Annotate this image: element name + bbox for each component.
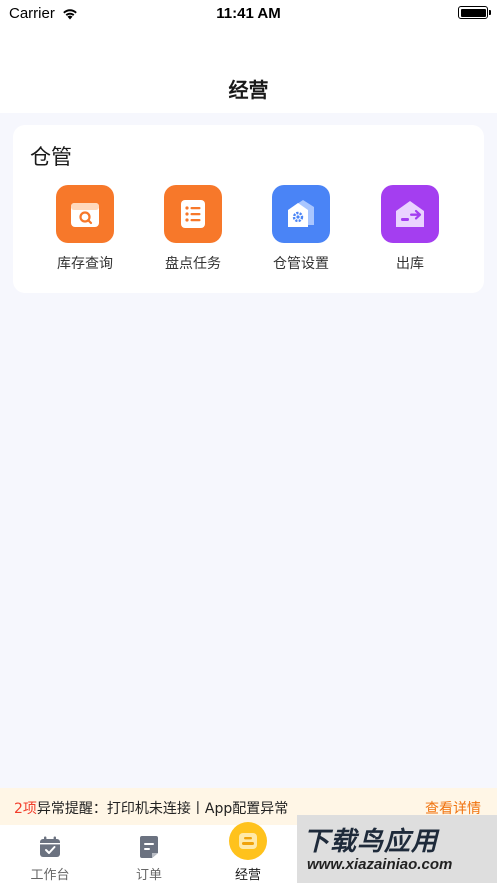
site-watermark: 下载鸟应用 www.xiazainiao.com — [297, 815, 497, 883]
stocktake-task-label: 盘点任务 — [165, 256, 221, 272]
warehouse-card: 仓管 库存查询 盘点任务 仓管设置 出库 — [13, 125, 484, 293]
tab-business-label: 经营 — [234, 868, 261, 883]
watermark-title: 下载鸟应用 — [303, 826, 439, 856]
watermark-url: www.xiazainiao.com — [307, 856, 453, 873]
calendar-check-icon — [40, 836, 60, 857]
warehouse-settings-tile[interactable]: 仓管设置 — [256, 185, 346, 273]
nav-bar: 经营 — [0, 30, 497, 113]
outbound-label: 出库 — [396, 256, 424, 272]
stocktake-list-icon — [164, 185, 222, 243]
inventory-search-label: 库存查询 — [57, 256, 113, 272]
warehouse-section-title: 仓管 — [30, 145, 72, 169]
alert-text: 2项异常提醒：打印机未连接丨App配置异常 — [14, 798, 288, 818]
business-icon — [229, 822, 267, 860]
inventory-search-icon — [56, 185, 114, 243]
warehouse-settings-label: 仓管设置 — [273, 256, 329, 272]
warehouse-settings-icon — [272, 185, 330, 243]
inventory-search-tile[interactable]: 库存查询 — [40, 185, 130, 273]
tab-workbench-label: 工作台 — [30, 868, 70, 883]
stocktake-task-tile[interactable]: 盘点任务 — [148, 185, 238, 273]
battery-icon — [458, 6, 491, 19]
order-document-icon — [140, 836, 158, 858]
warehouse-tiles: 库存查询 盘点任务 仓管设置 出库 — [13, 185, 484, 285]
alert-count: 2项 — [14, 801, 37, 817]
tab-orders[interactable]: 订单 — [104, 825, 194, 883]
status-time: 11:41 AM — [216, 5, 281, 22]
page-title: 经营 — [228, 78, 269, 102]
tab-business[interactable]: 经营 — [203, 822, 293, 883]
outbound-tile[interactable]: 出库 — [365, 185, 455, 273]
alert-message: 异常提醒：打印机未连接丨App配置异常 — [36, 801, 289, 817]
status-bar: Carrier 11:41 AM — [0, 0, 497, 30]
tab-workbench[interactable]: 工作台 — [5, 825, 95, 883]
outbound-icon — [381, 185, 439, 243]
tab-orders-label: 订单 — [135, 868, 162, 883]
